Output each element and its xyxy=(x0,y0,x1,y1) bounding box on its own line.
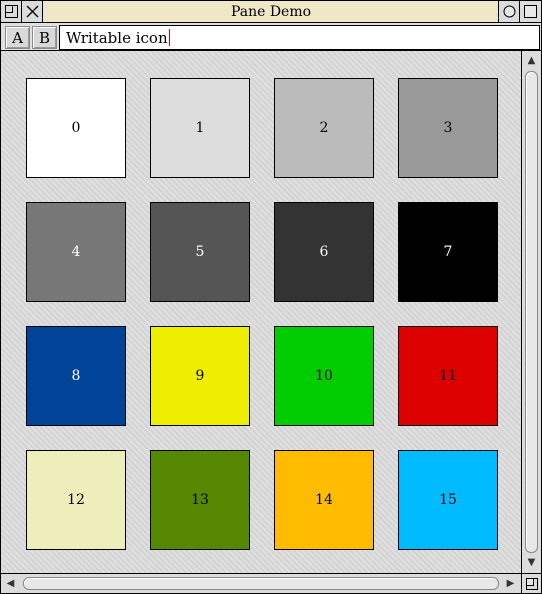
button-a[interactable]: A xyxy=(5,26,30,49)
horizontal-scrollbar[interactable]: ◀ ▶ xyxy=(1,573,521,593)
vertical-scroll-thumb[interactable] xyxy=(525,71,538,553)
colour-swatch-9[interactable]: 9 xyxy=(150,326,250,426)
close-icon[interactable] xyxy=(22,1,43,22)
colour-swatch-1[interactable]: 1 xyxy=(150,78,250,178)
back-icon[interactable] xyxy=(1,1,22,22)
colour-swatch-13[interactable]: 13 xyxy=(150,450,250,550)
scroll-left-arrow-icon[interactable]: ◀ xyxy=(1,574,20,593)
horizontal-scroll-thumb[interactable] xyxy=(23,577,499,590)
writable-icon-text: Writable icon xyxy=(66,28,168,47)
colour-swatch-14[interactable]: 14 xyxy=(274,450,374,550)
scroll-up-arrow-icon[interactable]: ▲ xyxy=(522,51,541,70)
colour-swatch-8[interactable]: 8 xyxy=(26,326,126,426)
colour-swatch-11[interactable]: 11 xyxy=(398,326,498,426)
colour-swatch-area: 0 1 2 3 4 5 6 7 8 9 10 11 12 13 14 15 xyxy=(1,51,521,573)
title-bar[interactable]: Pane Demo xyxy=(1,1,541,23)
toolbar-pane: A B Writable icon xyxy=(1,23,541,51)
colour-swatch-6[interactable]: 6 xyxy=(274,202,374,302)
text-caret xyxy=(168,29,170,46)
colour-swatch-0[interactable]: 0 xyxy=(26,78,126,178)
iconise-icon[interactable] xyxy=(498,1,519,22)
toggle-size-icon[interactable] xyxy=(519,1,540,22)
colour-swatch-4[interactable]: 4 xyxy=(26,202,126,302)
resize-icon[interactable] xyxy=(521,573,541,593)
button-b[interactable]: B xyxy=(32,26,57,49)
colour-swatch-12[interactable]: 12 xyxy=(26,450,126,550)
scroll-right-arrow-icon[interactable]: ▶ xyxy=(501,574,520,593)
colour-swatch-5[interactable]: 5 xyxy=(150,202,250,302)
colour-swatch-2[interactable]: 2 xyxy=(274,78,374,178)
scroll-down-arrow-icon[interactable]: ▼ xyxy=(522,553,541,572)
vertical-scrollbar[interactable]: ▲ ▼ xyxy=(521,51,541,573)
colour-swatch-10[interactable]: 10 xyxy=(274,326,374,426)
window: Pane Demo A B Writable icon 0 1 2 3 4 5 6 7 8 9 10… xyxy=(0,0,542,594)
colour-swatch-7[interactable]: 7 xyxy=(398,202,498,302)
writable-icon-field[interactable]: Writable icon xyxy=(59,25,540,50)
window-title[interactable]: Pane Demo xyxy=(45,1,497,22)
colour-swatch-15[interactable]: 15 xyxy=(398,450,498,550)
colour-swatch-3[interactable]: 3 xyxy=(398,78,498,178)
